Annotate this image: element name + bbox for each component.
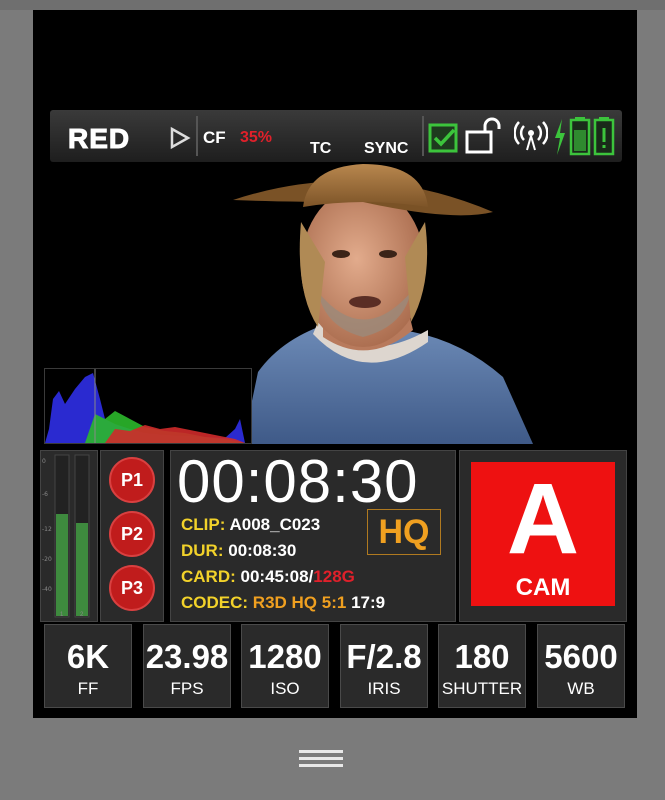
tile-value: 1280 <box>248 638 322 675</box>
checkbox-checked-icon[interactable] <box>428 122 460 154</box>
iris-tile[interactable]: F/2.8 IRIS <box>340 624 428 708</box>
fps-tile[interactable]: 23.98 FPS <box>143 624 231 708</box>
clip-value: A008_C023 <box>229 515 321 534</box>
meter-label-1: 1 <box>60 612 64 618</box>
cf-label: CF <box>203 128 226 147</box>
preset-buttons: P1 P2 P3 <box>100 450 164 622</box>
white-balance-tile[interactable]: 5600 WB <box>537 624 625 708</box>
svg-text:-20: -20 <box>42 556 52 563</box>
camera-label: CAM <box>515 574 571 601</box>
camera-id-panel: A CAM <box>459 450 627 622</box>
timecode-display: 00:08:30 <box>177 448 419 515</box>
tile-label: FF <box>77 679 99 698</box>
play-arrow-icon <box>170 126 191 150</box>
tile-value: 180 <box>454 638 510 675</box>
device-bezel-top <box>0 0 665 10</box>
svg-text:-12: -12 <box>42 526 52 533</box>
svg-text:-6: -6 <box>42 491 48 498</box>
tile-value: 6K <box>66 638 110 675</box>
tile-value: 5600 <box>544 638 618 675</box>
tile-label: FPS <box>170 679 204 698</box>
divider <box>422 116 424 156</box>
duration-row: DUR: 00:08:30 <box>181 541 296 561</box>
brand-logo: RED <box>67 123 131 155</box>
divider <box>196 116 198 156</box>
svg-text:-40: -40 <box>42 586 52 593</box>
iso-tile[interactable]: 1280 ISO <box>241 624 329 708</box>
clip-row: CLIP: A008_C023 <box>181 515 320 535</box>
tile-label: WB <box>567 679 595 698</box>
audio-meters: 0 -6 -12 -20 -40 1 2 <box>40 450 98 622</box>
quality-badge: HQ <box>367 509 441 555</box>
codec-label: CODEC: <box>181 593 249 612</box>
dur-label: DUR: <box>181 541 224 560</box>
camera-letter: A <box>506 463 580 575</box>
unlocked-icon[interactable] <box>464 116 504 154</box>
charging-bolt-icon <box>555 119 565 155</box>
resolution-tile[interactable]: 6K FF <box>44 624 132 708</box>
monitor-screen: RED CF 35% TC SYNC 0 -6 -12 -20 -40 1 2 … <box>33 10 637 718</box>
tile-label: SHUTTER <box>441 679 523 698</box>
card-row: CARD: 00:45:08/128G <box>181 567 355 587</box>
tile-value: 23.98 <box>145 638 229 675</box>
battery-icon[interactable] <box>568 116 618 156</box>
tile-value: F/2.8 <box>346 638 422 675</box>
preset-p1-button[interactable]: P1 <box>109 457 155 503</box>
cf-percent: 35% <box>240 129 273 146</box>
wireless-signal-icon[interactable] <box>514 120 548 152</box>
card-value: 00:45:08/ <box>240 567 314 586</box>
card-size: 128G <box>313 567 355 586</box>
meter-label-2: 2 <box>80 612 84 618</box>
card-label: CARD: <box>181 567 236 586</box>
codec-ratio: 17:9 <box>351 593 386 612</box>
codec-value: R3D HQ 5:1 <box>252 593 347 612</box>
dur-value: 00:08:30 <box>228 541 297 560</box>
status-bar: RED CF 35% TC SYNC <box>50 110 622 162</box>
preset-p2-button[interactable]: P2 <box>109 511 155 557</box>
tile-label: ISO <box>270 679 300 698</box>
codec-row: CODEC: R3D HQ 5:1 17:9 <box>181 593 385 613</box>
sync-label: SYNC <box>364 140 409 157</box>
hamburger-menu-icon[interactable] <box>299 748 343 770</box>
clip-info-panel: 00:08:30 CLIP: A008_C023 DUR: 00:08:30 C… <box>170 450 456 622</box>
preset-p3-button[interactable]: P3 <box>109 565 155 611</box>
tc-label: TC <box>310 140 332 157</box>
shutter-tile[interactable]: 180 SHUTTER <box>438 624 526 708</box>
tile-label: IRIS <box>367 679 401 698</box>
camera-id-button[interactable]: A CAM <box>471 462 615 606</box>
clip-label: CLIP: <box>181 515 226 534</box>
histogram <box>44 368 252 444</box>
red-logo-button[interactable]: RED <box>54 114 194 158</box>
svg-text:0: 0 <box>42 458 46 465</box>
